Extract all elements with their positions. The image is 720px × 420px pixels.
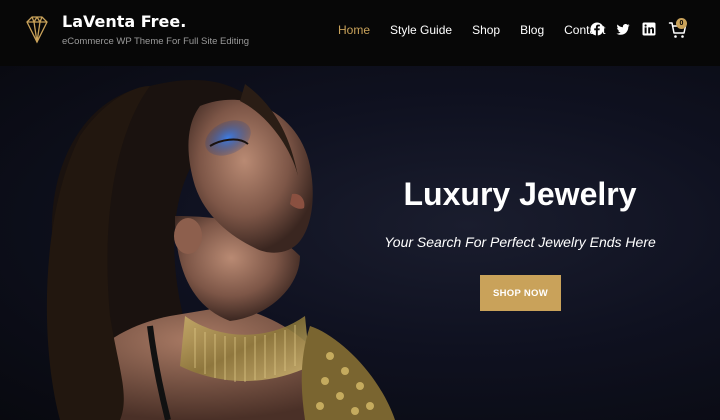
nav-item-home[interactable]: Home [338,22,370,38]
main-nav: Home Style Guide Shop Blog Contact [338,22,625,38]
hero-banner: Luxury Jewelry Your Search For Perfect J… [0,66,720,420]
site-title[interactable]: LaVenta Free. [62,12,186,31]
nav-item-blog[interactable]: Blog [520,22,544,38]
cart-count-badge: 0 [676,18,687,29]
site-header: LaVenta Free. eCommerce WP Theme For Ful… [0,0,720,66]
site-tagline: eCommerce WP Theme For Full Site Editing [62,36,250,47]
shop-now-button[interactable]: SHOP NOW [480,275,561,311]
hero-title: Luxury Jewelry [403,176,637,212]
nav-item-style-guide[interactable]: Style Guide [390,22,452,38]
hero-subtitle: Your Search For Perfect Jewelry Ends Her… [384,234,656,250]
linkedin-icon[interactable] [642,22,656,36]
facebook-icon[interactable] [590,22,604,36]
twitter-icon[interactable] [616,22,630,36]
diamond-icon[interactable] [22,14,52,46]
nav-item-shop[interactable]: Shop [472,22,500,38]
